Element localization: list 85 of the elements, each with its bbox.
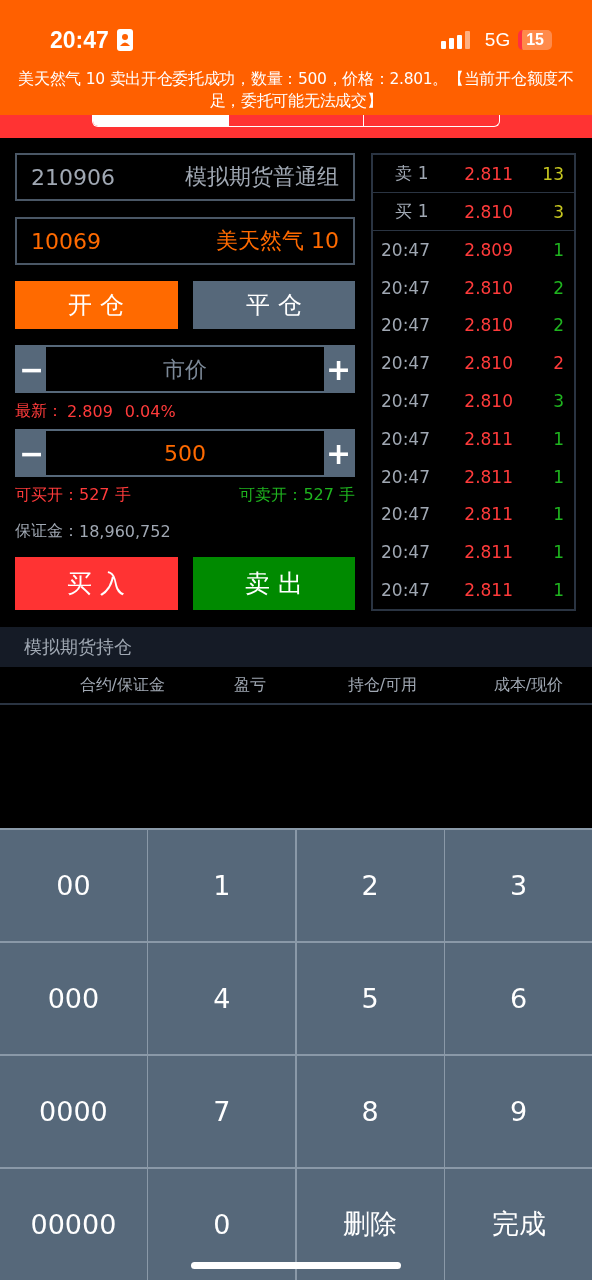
tick-volume: 1: [552, 580, 564, 601]
contract-box[interactable]: 10069 美天然气 10: [15, 217, 355, 265]
available-buy: 可买开：527 手: [15, 484, 131, 506]
network-label: 5G: [484, 29, 511, 51]
tick-volume: 1: [552, 428, 564, 449]
margin-label: 保证金：: [15, 520, 79, 542]
tick-price: 2.811: [463, 542, 513, 563]
tick-price: 2.809: [463, 239, 513, 260]
minus-button[interactable]: −: [17, 347, 46, 391]
keypad-key[interactable]: 1: [148, 829, 296, 941]
latest-label: 最新：: [15, 400, 63, 422]
tick-time: 20:47: [381, 353, 431, 374]
tick-time: 20:47: [381, 542, 431, 563]
tick-volume: 2: [552, 277, 564, 298]
tick-price: 2.810: [463, 391, 513, 412]
quote-volume: 13: [541, 163, 564, 184]
column-header: 合约/保证金: [78, 674, 166, 696]
tick-volume: 1: [552, 466, 564, 487]
minus-button[interactable]: −: [17, 431, 46, 475]
tick-volume: 1: [552, 239, 564, 260]
latest-change: 0.04%: [124, 401, 176, 421]
keypad-key[interactable]: 7: [148, 1055, 296, 1167]
keypad-key[interactable]: 5: [296, 942, 444, 1054]
tick-time: 20:47: [381, 428, 431, 449]
tick-price: 2.810: [463, 277, 513, 298]
keypad-key[interactable]: 9: [445, 1055, 592, 1167]
tick-price: 2.811: [463, 466, 513, 487]
person-badge-icon: [116, 29, 133, 51]
margin-value: 18,960,752: [79, 521, 171, 541]
tick-volume: 2: [552, 315, 564, 336]
tick-price: 2.810: [463, 315, 513, 336]
quote-volume: 3: [552, 201, 564, 222]
mode-button[interactable]: 平 仓: [192, 281, 355, 329]
keypad-key[interactable]: 6: [445, 942, 592, 1054]
tick-time: 20:47: [381, 239, 431, 260]
positions-title: 模拟期货持仓: [0, 627, 592, 667]
keypad-key[interactable]: 00000: [0, 1168, 147, 1280]
tick-volume: 2: [552, 353, 564, 374]
available-sell: 可卖开：527 手: [239, 484, 355, 506]
tick-price: 2.811: [463, 504, 513, 525]
tick-time: 20:47: [381, 391, 431, 412]
keypad-key[interactable]: 000: [0, 942, 147, 1054]
signal-icon: [440, 31, 471, 49]
tick-volume: 1: [552, 504, 564, 525]
buy-button[interactable]: 买 入: [15, 557, 178, 610]
tick-price: 2.811: [463, 428, 513, 449]
tick-time: 20:47: [381, 315, 431, 336]
keypad-key[interactable]: 删除: [296, 1168, 444, 1280]
tick-time: 20:47: [381, 277, 431, 298]
quote-price: 2.811: [463, 163, 513, 184]
price-stepper[interactable]: − 市价 +: [15, 345, 355, 393]
plus-button[interactable]: +: [324, 347, 353, 391]
quote-label: 买 1: [394, 200, 430, 223]
account-group: 模拟期货普通组: [185, 162, 339, 192]
keypad-key[interactable]: 00: [0, 829, 147, 941]
tick-time: 20:47: [381, 580, 431, 601]
plus-button[interactable]: +: [324, 431, 353, 475]
battery-indicator: 15: [518, 30, 552, 50]
keypad-key[interactable]: 0000: [0, 1055, 147, 1167]
contract-name: 美天然气 10: [216, 227, 339, 255]
column-header: 成本/现价: [492, 674, 565, 696]
keypad-key[interactable]: 0: [148, 1168, 296, 1280]
tick-volume: 1: [552, 542, 564, 563]
quantity-stepper[interactable]: − 500 +: [15, 429, 355, 477]
keypad-key[interactable]: 2: [296, 829, 444, 941]
contract-code: 10069: [31, 228, 101, 254]
column-header: 盈亏: [233, 674, 267, 696]
tick-price: 2.811: [463, 580, 513, 601]
tick-price: 2.810: [463, 353, 513, 374]
column-header: 持仓/可用: [346, 674, 419, 696]
quote-label: 卖 1: [394, 162, 430, 185]
keypad-key[interactable]: 完成: [445, 1168, 592, 1280]
tick-volume: 3: [552, 391, 564, 412]
keypad-key[interactable]: 8: [296, 1055, 444, 1167]
quote-price: 2.810: [463, 201, 513, 222]
latest-price: 2.809: [67, 401, 113, 421]
keypad-key[interactable]: 4: [148, 942, 296, 1054]
tick-time: 20:47: [381, 466, 431, 487]
account-box[interactable]: 210906 模拟期货普通组: [15, 153, 355, 201]
account-id: 210906: [31, 164, 115, 190]
status-time: 20:47: [50, 26, 109, 54]
notification-message: 美天然气 10 卖出开仓委托成功，数量：500，价格：2.801。【当前开仓额度不足，委托可能无法成交】: [17, 69, 575, 112]
sell-button[interactable]: 卖 出: [192, 557, 355, 610]
keypad-key[interactable]: 3: [445, 829, 592, 941]
tick-time: 20:47: [381, 504, 431, 525]
